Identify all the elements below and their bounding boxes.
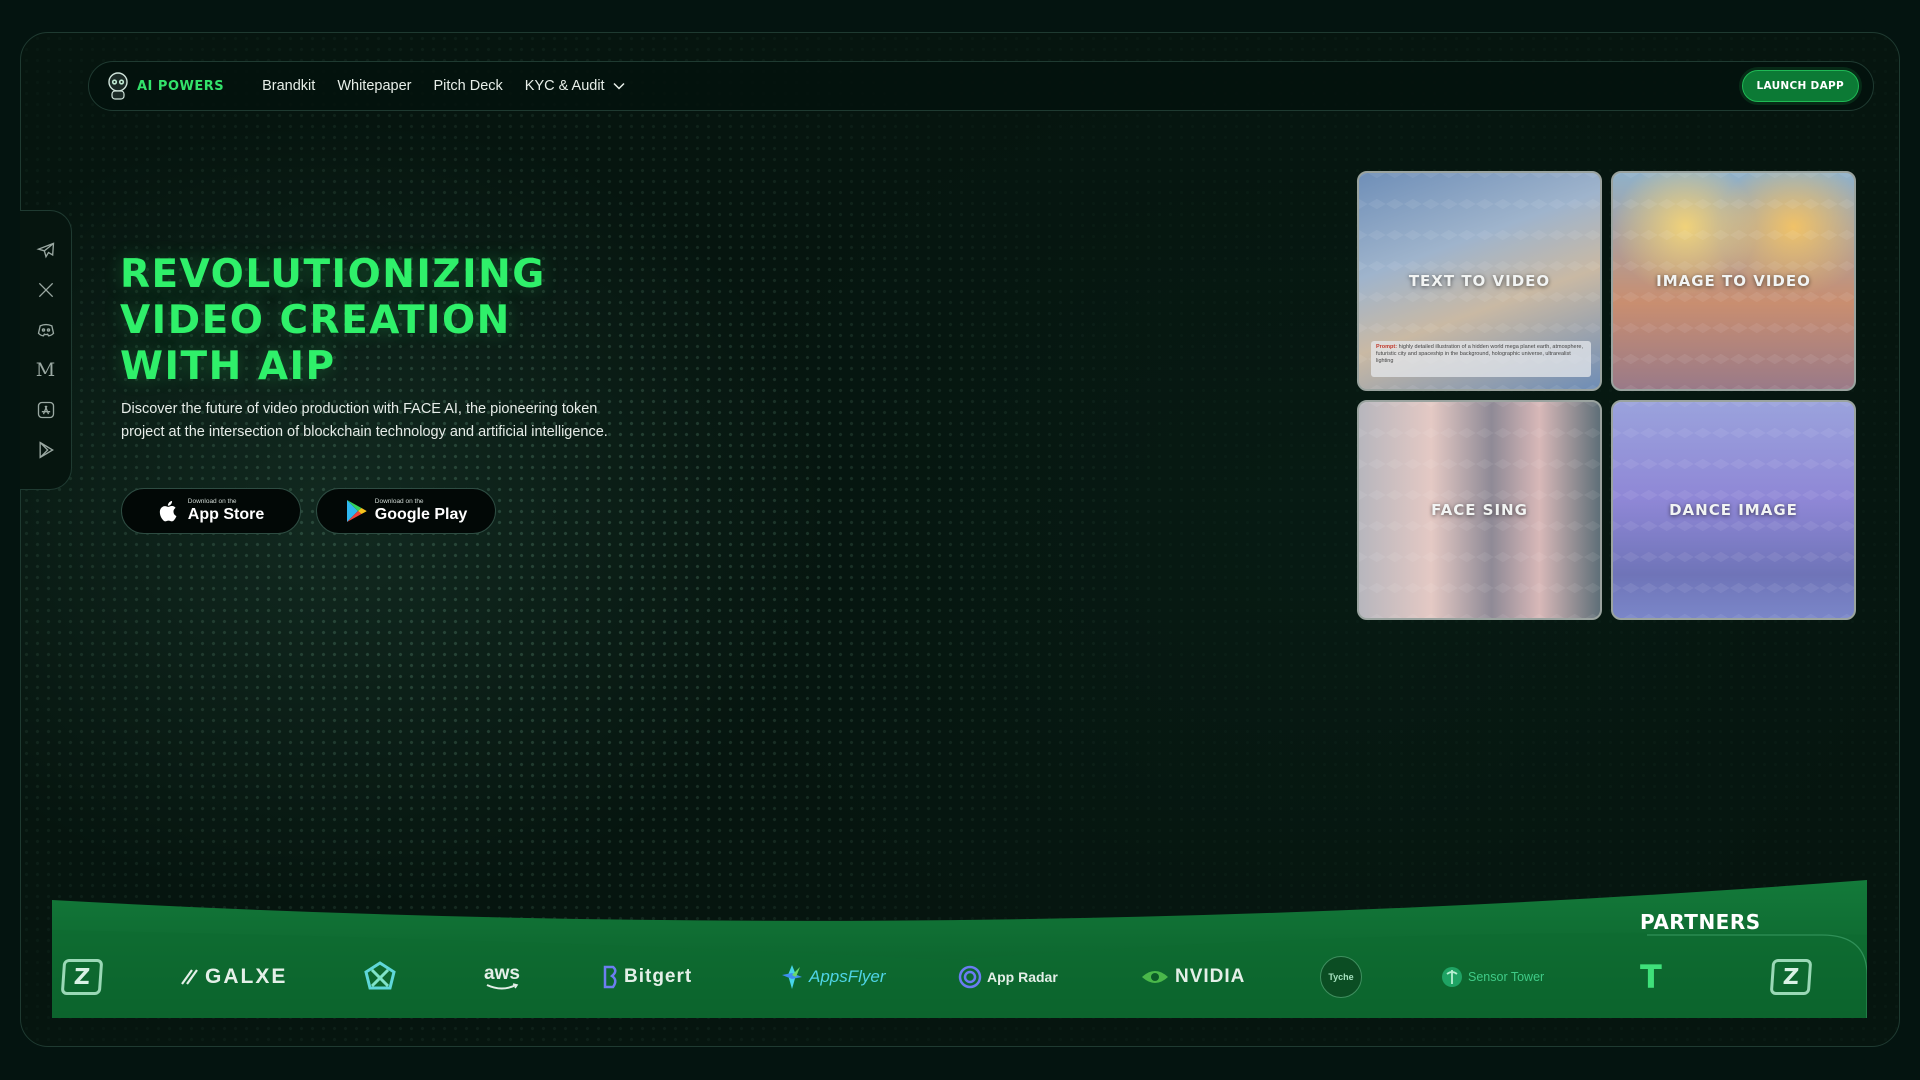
partner-logo-appsflyer[interactable]: AppsFlyer: [780, 950, 886, 1004]
discord-icon[interactable]: [35, 319, 57, 341]
google-play-icon[interactable]: [35, 439, 57, 461]
hero-title-line: REVOLUTIONIZING: [120, 252, 546, 297]
partner-name: T: [1640, 958, 1662, 996]
partner-logo-z[interactable]: Z: [60, 950, 104, 1004]
launch-dapp-button[interactable]: LAUNCH DAPP: [1741, 70, 1859, 102]
partner-name: Tyche: [1328, 972, 1354, 982]
bitgert-icon: [603, 965, 617, 989]
feature-card-label: DANCE IMAGE: [1669, 501, 1798, 519]
nav-dropdown-label: KYC & Audit: [524, 78, 605, 94]
partner-logo-t[interactable]: T: [1640, 950, 1662, 1004]
feature-card-dance-image[interactable]: DANCE IMAGE: [1611, 400, 1856, 620]
hero-title-line: VIDEO CREATION: [120, 298, 511, 343]
partner-name: Z: [60, 959, 104, 995]
partner-name: GALXE: [205, 965, 288, 988]
brand-name: AI POWERS: [137, 78, 225, 94]
app-store-icon[interactable]: [35, 399, 57, 421]
partner-logo-z-2[interactable]: Z: [1769, 950, 1813, 1004]
partner-logo-tyche[interactable]: Tyche: [1320, 950, 1362, 1004]
brand-logo[interactable]: AI POWERS: [105, 71, 224, 101]
partner-name: NVIDIA: [1175, 966, 1246, 987]
telegram-icon[interactable]: [35, 239, 57, 261]
partner-name: aws: [484, 962, 520, 984]
partner-name: AppsFlyer: [809, 967, 886, 986]
apple-icon: [159, 501, 177, 522]
galxe-icon: [181, 969, 198, 985]
partner-name: App Radar: [987, 969, 1058, 985]
nav-link-brandkit[interactable]: Brandkit: [262, 78, 315, 94]
partner-logo-galxe[interactable]: GALXE: [180, 950, 287, 1004]
feature-card-label: IMAGE TO VIDEO: [1656, 272, 1811, 290]
partner-logos: Z GALXE aws Bitgert AppsFlyer App Radar …: [52, 950, 1867, 1004]
hero-title-line: WITH AIP: [120, 344, 336, 389]
nvidia-eye-icon: [1142, 971, 1168, 983]
feature-card-image-to-video[interactable]: IMAGE TO VIDEO: [1611, 171, 1856, 391]
app-radar-icon: [958, 965, 982, 989]
feature-card-text-to-video[interactable]: TEXT TO VIDEO Prompt: highly detailed il…: [1357, 171, 1602, 391]
x-icon[interactable]: [35, 279, 57, 301]
partner-logo-knot[interactable]: [360, 950, 400, 1004]
knot-logo-icon: [364, 961, 396, 990]
robot-logo-icon: [108, 72, 128, 100]
google-play-button[interactable]: Download on the Google Play: [316, 488, 496, 534]
nav-dropdown-kyc-audit[interactable]: KYC & Audit: [525, 78, 625, 94]
app-store-label: App Store: [187, 506, 265, 524]
hero-title: REVOLUTIONIZING VIDEO CREATION WITH AIP: [120, 252, 640, 390]
chevron-down-icon: [613, 82, 625, 90]
appsflyer-icon: [782, 965, 802, 989]
partner-name: Z: [1769, 959, 1813, 995]
google-play-caption: Download on the: [374, 497, 424, 505]
partner-name: Sensor Tower: [1468, 970, 1545, 984]
partner-logo-bitgert[interactable]: Bitgert: [603, 950, 692, 1004]
medium-icon[interactable]: M: [35, 359, 57, 381]
prompt-label: Prompt:: [1376, 344, 1398, 350]
hero-description: Discover the future of video production …: [121, 401, 608, 440]
nav-link-whitepaper[interactable]: Whitepaper: [337, 78, 411, 94]
aws-smile-icon: [486, 982, 519, 989]
partner-logo-nvidia[interactable]: NVIDIA: [1140, 950, 1245, 1004]
partner-logo-app-radar[interactable]: App Radar: [958, 950, 1058, 1004]
partner-logo-sensor-tower[interactable]: Sensor Tower: [1441, 950, 1544, 1004]
partner-name: Bitgert: [624, 966, 693, 987]
nav-link-pitch-deck[interactable]: Pitch Deck: [433, 78, 502, 94]
feature-card-face-sing[interactable]: FACE SING: [1357, 400, 1602, 620]
top-navbar: AI POWERS Brandkit Whitepaper Pitch Deck…: [88, 61, 1874, 111]
app-store-button[interactable]: Download on the App Store: [121, 488, 301, 534]
feature-card-label: TEXT TO VIDEO: [1408, 272, 1551, 290]
partner-logo-aws[interactable]: aws: [484, 950, 520, 1004]
sensor-tower-icon: [1442, 967, 1462, 987]
feature-card-label: FACE SING: [1431, 501, 1528, 519]
google-play-icon: [346, 500, 367, 522]
partners-title: PARTNERS: [1640, 910, 1761, 934]
google-play-label: Google Play: [374, 506, 468, 524]
prompt-text: highly detailed illustration of a hidden…: [1376, 344, 1583, 364]
prompt-box: Prompt: highly detailed illustration of …: [1371, 341, 1591, 377]
social-sidebar: M: [20, 210, 72, 490]
app-store-caption: Download on the: [187, 497, 237, 505]
